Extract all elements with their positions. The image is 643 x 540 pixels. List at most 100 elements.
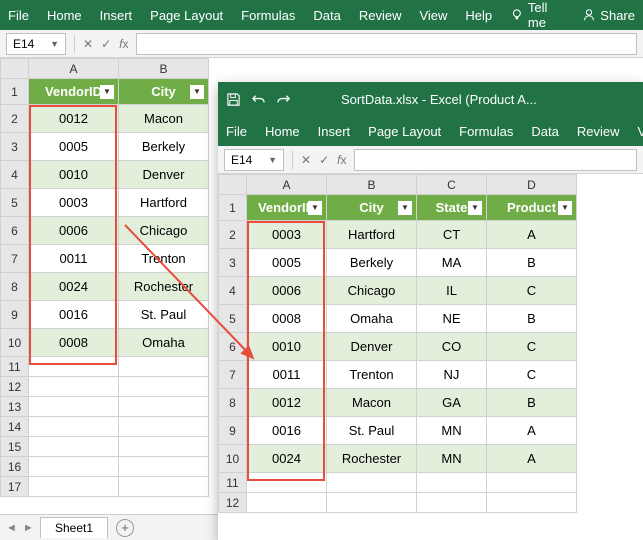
ribbon-tab-review[interactable]: Review (577, 124, 620, 139)
row-header[interactable]: 7 (219, 361, 247, 389)
cell[interactable]: Berkely (327, 249, 417, 277)
filter-dropdown-icon[interactable]: ▼ (558, 201, 572, 215)
row-header[interactable]: 5 (219, 305, 247, 333)
formula-bar[interactable] (136, 33, 637, 55)
row-header[interactable]: 5 (1, 189, 29, 217)
row-header[interactable]: 10 (219, 445, 247, 473)
cell[interactable] (29, 417, 119, 437)
enter-icon[interactable]: ✓ (101, 37, 111, 51)
cell[interactable]: 0012 (247, 389, 327, 417)
cell[interactable] (417, 473, 487, 493)
row-header[interactable]: 11 (219, 473, 247, 493)
cell[interactable] (29, 457, 119, 477)
ribbon-tab-insert[interactable]: Insert (318, 124, 351, 139)
tab-nav-prev-icon[interactable]: ◄ (6, 522, 17, 534)
row-header[interactable]: 4 (1, 161, 29, 189)
col-header[interactable]: B (119, 59, 209, 79)
cell[interactable]: MA (417, 249, 487, 277)
col-header[interactable]: A (29, 59, 119, 79)
row-header[interactable]: 9 (1, 301, 29, 329)
filter-dropdown-icon[interactable]: ▼ (308, 201, 322, 215)
ribbon-tab-home[interactable]: Home (47, 8, 82, 23)
cell[interactable]: Denver (327, 333, 417, 361)
row-header[interactable]: 8 (219, 389, 247, 417)
cell[interactable]: 0024 (29, 273, 119, 301)
ribbon-tab-view[interactable]: View (637, 124, 643, 139)
table-header[interactable]: VendorID▼ (29, 79, 119, 105)
fx-icon[interactable]: fx (337, 153, 346, 167)
tellme-button[interactable]: Tell me (510, 0, 568, 30)
ribbon-tab-formulas[interactable]: Formulas (459, 124, 513, 139)
cell[interactable]: A (487, 445, 577, 473)
cell[interactable] (29, 437, 119, 457)
cell[interactable]: St. Paul (327, 417, 417, 445)
row-header[interactable]: 7 (1, 245, 29, 273)
cell[interactable] (29, 477, 119, 497)
cell[interactable] (29, 357, 119, 377)
table-header[interactable]: City▼ (119, 79, 209, 105)
ribbon-tab-formulas[interactable]: Formulas (241, 8, 295, 23)
ribbon-tab-file[interactable]: File (8, 8, 29, 23)
cell[interactable] (119, 457, 209, 477)
cell[interactable] (247, 493, 327, 513)
cell[interactable]: Omaha (119, 329, 209, 357)
cell[interactable] (29, 397, 119, 417)
cell[interactable]: Rochester (327, 445, 417, 473)
filter-dropdown-icon[interactable]: ▼ (468, 201, 482, 215)
cell[interactable]: 0012 (29, 105, 119, 133)
row-header[interactable]: 14 (1, 417, 29, 437)
cell[interactable]: 0008 (247, 305, 327, 333)
cell[interactable]: 0003 (247, 221, 327, 249)
cell[interactable]: NE (417, 305, 487, 333)
ribbon-tab-home[interactable]: Home (265, 124, 300, 139)
row-header[interactable]: 2 (1, 105, 29, 133)
ribbon-tab-insert[interactable]: Insert (100, 8, 133, 23)
cell[interactable] (247, 473, 327, 493)
row-header[interactable]: 8 (1, 273, 29, 301)
row-header[interactable]: 3 (1, 133, 29, 161)
row-header[interactable]: 1 (219, 195, 247, 221)
cell[interactable]: B (487, 305, 577, 333)
cell[interactable] (119, 477, 209, 497)
cell[interactable]: Trenton (119, 245, 209, 273)
formula-bar[interactable] (354, 149, 637, 171)
cell[interactable] (119, 397, 209, 417)
cell[interactable]: 0016 (247, 417, 327, 445)
ribbon-tab-data[interactable]: Data (313, 8, 340, 23)
filter-dropdown-icon[interactable]: ▼ (100, 85, 114, 99)
cell[interactable]: 0010 (247, 333, 327, 361)
cell[interactable]: Hartford (327, 221, 417, 249)
cell[interactable] (487, 473, 577, 493)
cell[interactable]: IL (417, 277, 487, 305)
cell[interactable]: CT (417, 221, 487, 249)
filter-dropdown-icon[interactable]: ▼ (190, 85, 204, 99)
ribbon-tab-page-layout[interactable]: Page Layout (368, 124, 441, 139)
spreadsheet-grid[interactable]: AB1VendorID▼City▼20012Macon30005Berkely4… (0, 58, 209, 497)
cell[interactable] (29, 377, 119, 397)
sheet-tab[interactable]: Sheet1 (40, 517, 108, 538)
redo-icon[interactable] (276, 92, 291, 107)
cell[interactable]: 0005 (29, 133, 119, 161)
cell[interactable]: 0005 (247, 249, 327, 277)
row-header[interactable]: 17 (1, 477, 29, 497)
cell[interactable]: B (487, 249, 577, 277)
cell[interactable]: MN (417, 417, 487, 445)
cell[interactable]: NJ (417, 361, 487, 389)
cell[interactable]: 0010 (29, 161, 119, 189)
col-header[interactable]: D (487, 175, 577, 195)
cell[interactable]: 0024 (247, 445, 327, 473)
cell[interactable]: Trenton (327, 361, 417, 389)
table-header[interactable]: State▼ (417, 195, 487, 221)
row-header[interactable]: 9 (219, 417, 247, 445)
cell[interactable]: 0016 (29, 301, 119, 329)
row-header[interactable]: 10 (1, 329, 29, 357)
table-header[interactable]: City▼ (327, 195, 417, 221)
table-header[interactable]: VendorID▼ (247, 195, 327, 221)
cell[interactable]: 0006 (29, 217, 119, 245)
save-icon[interactable] (226, 92, 241, 107)
cell[interactable]: C (487, 361, 577, 389)
cell[interactable]: GA (417, 389, 487, 417)
cell[interactable]: Chicago (119, 217, 209, 245)
cell[interactable] (487, 493, 577, 513)
row-header[interactable]: 12 (219, 493, 247, 513)
